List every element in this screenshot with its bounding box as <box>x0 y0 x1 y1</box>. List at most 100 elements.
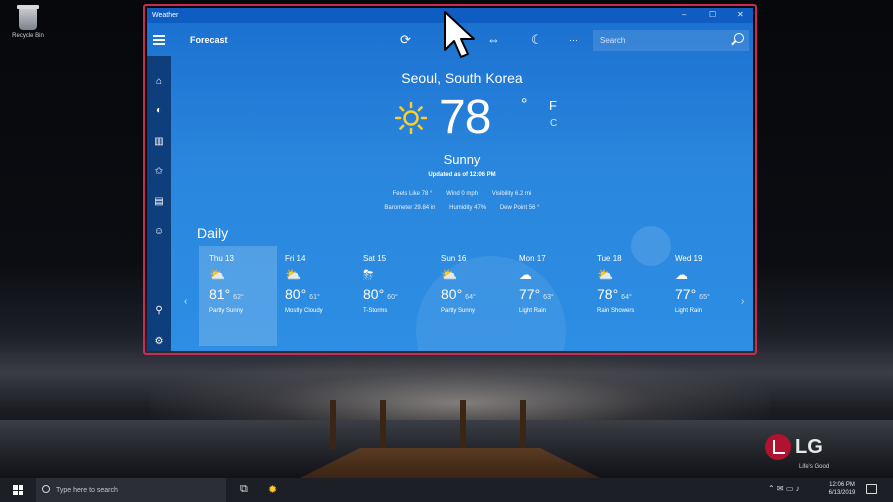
day-description: T-Storms <box>363 308 388 314</box>
maps-icon[interactable]: ◐ <box>147 105 171 116</box>
day-high: 78° <box>597 286 619 302</box>
day-name: Thu 13 <box>209 254 234 263</box>
t-storms-icon: ⛈ <box>363 267 374 282</box>
search-placeholder: Search <box>600 36 626 45</box>
recycle-bin-label: Recycle Bin <box>12 33 44 39</box>
day-low: 63° <box>543 294 554 301</box>
partly-sunny-icon: ⛅ <box>441 267 458 282</box>
day-high: 80° <box>441 286 463 302</box>
humidity: Humidity 47% <box>449 205 487 211</box>
details-row-2: Barometer 29.84 in Humidity 47% Dew Poin… <box>171 205 753 211</box>
clock-date: 6/13/2019 <box>828 490 856 496</box>
account-icon[interactable]: ⚲ <box>147 305 171 316</box>
unit-fahrenheit-toggle[interactable]: F <box>549 98 557 113</box>
day-temps: 77° 63° <box>519 286 587 304</box>
lg-face-icon <box>765 434 791 460</box>
details-row-1: Feels Like 78 ° Wind 0 mph Visibility 6.… <box>171 191 753 197</box>
taskbar-search-box[interactable]: Type here to search <box>36 478 226 502</box>
day-high: 77° <box>519 286 541 302</box>
page-title: Forecast <box>190 35 228 45</box>
day-low: 60° <box>387 294 398 301</box>
partly-sunny-icon: ⛅ <box>209 267 226 282</box>
places-icon[interactable]: ✩ <box>147 166 171 177</box>
pier-post <box>380 400 386 450</box>
day-low: 62° <box>233 294 244 301</box>
more-options-button[interactable]: ··· <box>569 35 578 45</box>
light-rain-icon: ☁ <box>675 267 688 282</box>
windows-start-icon[interactable] <box>13 485 23 495</box>
day-description: Mostly Cloudy <box>285 308 323 314</box>
minimize-button[interactable]: – <box>682 10 686 19</box>
moon-icon[interactable]: ☾ <box>531 32 543 48</box>
refresh-icon[interactable]: ⟳ <box>400 32 411 48</box>
close-button[interactable]: ✕ <box>737 10 744 19</box>
day-name: Tue 18 <box>597 254 622 263</box>
day-temps: 80° 64° <box>441 286 509 304</box>
rain-showers-icon: ⛅ <box>597 267 614 282</box>
daily-section-title: Daily <box>197 225 229 241</box>
lg-brand-text: LG <box>795 435 823 458</box>
lg-tagline: Life's Good <box>799 464 830 470</box>
search-icon[interactable] <box>734 33 744 43</box>
pier-post <box>460 400 466 450</box>
side-navigation: ⌂ ◐ ▥ ✩ ▤ ☺ ⚲ ⚙ <box>147 56 171 351</box>
pin-icon[interactable]: ⇔ <box>487 32 500 47</box>
day-card[interactable]: Tue 18 ⛅ 78° 64° Rain Showers <box>587 246 665 346</box>
day-card[interactable]: Mon 17 ☁ 77° 63° Light Rain <box>509 246 587 346</box>
barometer: Barometer 29.84 in <box>384 205 436 211</box>
day-name: Sun 16 <box>441 254 467 263</box>
visibility: Visibility 6.2 mi <box>491 191 532 197</box>
day-name: Fri 14 <box>285 254 306 263</box>
wind: Wind 0 mph <box>446 191 479 197</box>
home-icon[interactable]: ⌂ <box>147 76 171 87</box>
day-description: Partly Sunny <box>209 308 244 314</box>
day-temps: 78° 64° <box>597 286 665 304</box>
day-name: Wed 19 <box>675 254 703 263</box>
taskbar-clock[interactable]: 12:06 PM 6/13/2019 <box>822 481 862 497</box>
day-low: 65° <box>699 294 710 301</box>
unit-celsius-toggle[interactable]: C <box>550 118 557 129</box>
day-description: Light Rain <box>675 308 703 314</box>
updated-time: Updated as of 12:06 PM <box>428 172 496 178</box>
current-temperature: 78 <box>439 91 491 144</box>
day-card[interactable]: Fri 14 ⛅ 80° 61° Mostly Cloudy <box>275 246 353 346</box>
lg-logo: LG <box>765 434 823 460</box>
day-name: Sat 15 <box>363 254 387 263</box>
day-high: 80° <box>285 286 307 302</box>
clock-time: 12:06 PM <box>829 482 855 488</box>
day-card[interactable]: Sun 16 ⛅ 80° 64° Partly Sunny <box>431 246 509 346</box>
light-rain-icon: ☁ <box>519 267 532 282</box>
search-icon <box>42 485 50 493</box>
emoji-icon[interactable]: ☺ <box>147 226 171 237</box>
pier-post <box>330 400 336 450</box>
recycle-bin[interactable]: Recycle Bin <box>8 5 48 39</box>
day-high: 80° <box>363 286 385 302</box>
current-temperature-block: 78 ° F C <box>389 91 589 152</box>
news-icon[interactable]: ▤ <box>147 196 171 207</box>
day-card[interactable]: Sat 15 ⛈ 80° 60° T-Storms <box>353 246 431 346</box>
day-description: Partly Sunny <box>441 308 476 314</box>
location-name: Seoul, South Korea <box>401 70 523 86</box>
recycle-bin-icon <box>17 5 39 30</box>
task-view-icon[interactable]: ⧉ <box>240 483 248 496</box>
day-temps: 81° 62° <box>209 286 277 304</box>
system-tray-icons[interactable]: ⌃ ✉ ▭ ♪ <box>768 484 800 493</box>
hamburger-menu-icon[interactable] <box>153 35 165 45</box>
day-high: 81° <box>209 286 231 302</box>
notification-center-icon[interactable] <box>866 484 877 494</box>
day-description: Rain Showers <box>597 308 635 314</box>
maximize-button[interactable]: ☐ <box>709 10 716 19</box>
mouse-pointer-icon <box>444 11 475 58</box>
weather-app-taskbar-icon[interactable]: ✹ <box>268 483 277 496</box>
window-title: Weather <box>152 12 179 19</box>
mostly-cloudy-icon: ⛅ <box>285 267 302 282</box>
search-input[interactable]: Search <box>593 30 749 51</box>
taskbar: Type here to search ⧉ ✹ ⌃ ✉ ▭ ♪ 12:06 PM… <box>0 478 893 502</box>
historical-weather-icon[interactable]: ▥ <box>147 136 171 147</box>
day-card[interactable]: Wed 19 ☁ 77° 65° Light Rain <box>665 246 743 346</box>
day-temps: 77° 65° <box>675 286 743 304</box>
daily-prev-arrow-icon[interactable]: ‹ <box>184 296 187 307</box>
day-card[interactable]: Thu 13 ⛅ 81° 62° Partly Sunny <box>199 246 277 346</box>
sunny-icon <box>395 102 427 134</box>
settings-gear-icon[interactable]: ⚙ <box>147 336 171 347</box>
